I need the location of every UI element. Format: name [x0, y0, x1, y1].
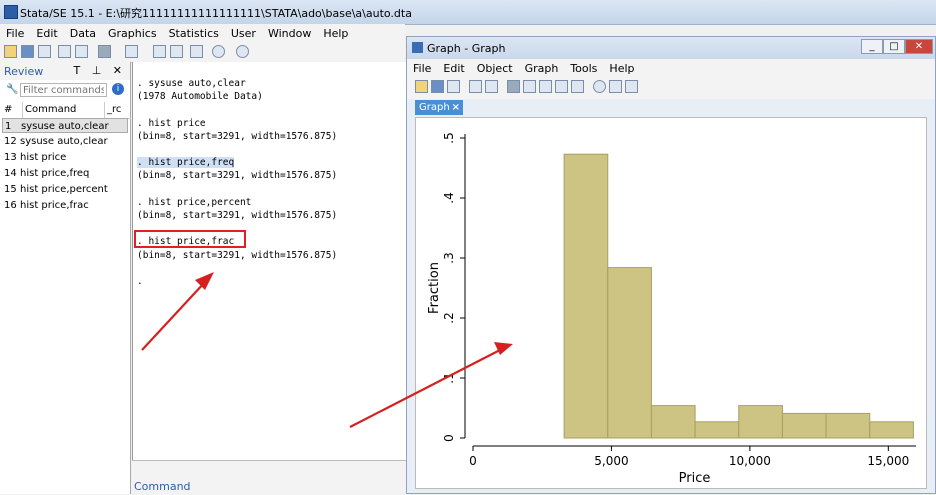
annotation-arrow-right: [349, 342, 513, 428]
annotation-arrow-left: [141, 272, 214, 351]
annotation-arrows: [141, 272, 513, 428]
